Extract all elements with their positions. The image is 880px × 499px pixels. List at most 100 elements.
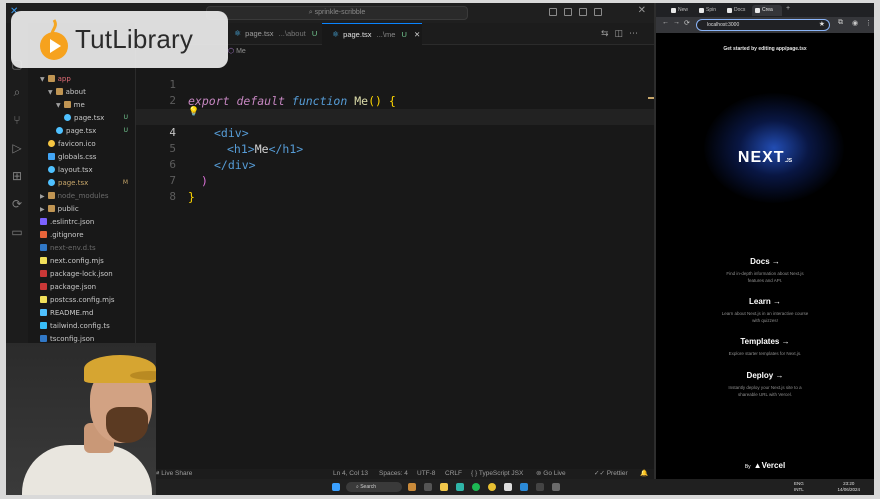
explorer-item[interactable]: ▶ node_modules bbox=[40, 190, 136, 202]
explorer-item[interactable]: next.config.mjs bbox=[40, 255, 136, 267]
explorer-item[interactable]: package.json bbox=[40, 281, 136, 293]
explorer-item[interactable]: page.tsx U bbox=[64, 112, 136, 124]
card-docs[interactable]: Docs → Find in-depth information about N… bbox=[656, 257, 874, 284]
tailwind-icon bbox=[40, 322, 47, 329]
comments-icon[interactable]: ▭ bbox=[10, 225, 24, 239]
widgets-icon[interactable] bbox=[408, 483, 416, 491]
close-window-icon[interactable]: ✕ bbox=[638, 5, 646, 16]
layout-icon[interactable] bbox=[594, 8, 602, 16]
get-started-text: Get started by editing app/page.tsx bbox=[723, 46, 807, 52]
live-share-button[interactable]: ⇄ Live Share bbox=[154, 469, 192, 479]
react-icon: ⚛ bbox=[332, 30, 340, 39]
menu-icon[interactable]: ⋮ bbox=[865, 19, 872, 27]
by-vercel-link[interactable]: By ▲Vercel bbox=[656, 461, 874, 470]
explorer-item[interactable]: ▼ me bbox=[56, 99, 136, 111]
prettier-status[interactable]: ✓✓ Prettier bbox=[594, 469, 628, 479]
run-debug-icon[interactable]: ▷ bbox=[10, 141, 24, 155]
extensions-icon[interactable]: ⊞ bbox=[10, 169, 24, 183]
back-icon[interactable]: ← bbox=[662, 19, 669, 26]
terminal-icon[interactable] bbox=[536, 483, 544, 491]
profile-icon[interactable]: ◉ bbox=[852, 19, 858, 27]
remote-icon[interactable]: ⟳ bbox=[10, 197, 24, 211]
task-view-icon[interactable] bbox=[424, 483, 432, 491]
explorer-item[interactable]: ▶ public bbox=[40, 203, 136, 215]
code-line-current: 4 <h1>Me</h1> bbox=[136, 109, 654, 156]
explorer-item[interactable]: favicon.ico bbox=[48, 138, 136, 150]
address-bar[interactable]: localhost:3000 ★ bbox=[696, 19, 830, 31]
code-editor[interactable]: 1 export default function Me() { 2 retur… bbox=[136, 59, 654, 469]
toggle-secondary-sidebar-icon[interactable] bbox=[579, 8, 587, 16]
prettier-label: Prettier bbox=[606, 470, 628, 477]
card-learn[interactable]: Learn → Learn about Next.js in an intera… bbox=[656, 297, 874, 324]
explorer-item[interactable]: page.tsx M bbox=[48, 177, 136, 189]
app-icon[interactable] bbox=[552, 483, 560, 491]
vscode-icon[interactable] bbox=[520, 483, 528, 491]
language-indicator[interactable]: ENG INTL bbox=[794, 481, 804, 493]
explorer-item[interactable]: postcss.config.mjs bbox=[40, 294, 136, 306]
new-tab-icon[interactable]: + bbox=[786, 5, 790, 12]
bookmark-star-icon[interactable]: ★ bbox=[819, 20, 825, 30]
search-icon[interactable]: ⌕ bbox=[10, 85, 24, 99]
tutlibrary-watermark: TutLibrary bbox=[11, 11, 228, 68]
spotify-icon[interactable] bbox=[472, 483, 480, 491]
explorer-item[interactable]: globals.css bbox=[48, 151, 136, 163]
explorer-item[interactable]: package-lock.json bbox=[40, 268, 136, 280]
browser-tab-active[interactable]: Crea bbox=[752, 5, 782, 16]
taskbar-clock[interactable]: 23:20 14/06/2024 bbox=[837, 481, 860, 493]
more-actions-icon[interactable]: ⋯ bbox=[629, 28, 644, 38]
edge-icon[interactable] bbox=[456, 483, 464, 491]
forward-icon[interactable]: → bbox=[673, 19, 680, 26]
explorer-item[interactable]: README.md bbox=[40, 307, 136, 319]
code-line: 6 ) bbox=[136, 141, 654, 188]
code-line: 5 </div> bbox=[136, 125, 654, 172]
encoding[interactable]: UTF-8 bbox=[417, 469, 435, 479]
breadcrumb-symbol[interactable]: Me bbox=[236, 48, 246, 55]
close-tab-icon[interactable]: ✕ bbox=[414, 30, 420, 39]
explorer-item[interactable]: .eslintrc.json bbox=[40, 216, 136, 228]
code-line: 7 } bbox=[136, 157, 654, 204]
browser-tab[interactable]: New bbox=[668, 5, 694, 16]
editor-actions: ⇆◫⋯ bbox=[601, 28, 644, 39]
explorer-item[interactable]: ▼ about bbox=[48, 86, 136, 98]
webcam-overlay bbox=[6, 343, 156, 495]
card-description: Find in-depth information about Next.js … bbox=[726, 271, 804, 283]
card-deploy[interactable]: Deploy → Instantly deploy your Next.js s… bbox=[656, 371, 874, 398]
card-templates[interactable]: Templates → Explore starter templates fo… bbox=[656, 337, 874, 357]
card-title: Docs → bbox=[750, 257, 780, 266]
react-icon bbox=[48, 166, 55, 173]
tab-about-page[interactable]: ⚛ page.tsx ...\about U bbox=[224, 23, 320, 45]
explorer-item[interactable]: page.tsx U bbox=[56, 125, 136, 137]
reload-icon[interactable]: ⟳ bbox=[684, 19, 690, 27]
line-ending[interactable]: CRLF bbox=[445, 469, 462, 479]
language-mode[interactable]: { } TypeScript JSX bbox=[471, 469, 523, 479]
star-icon bbox=[48, 140, 55, 147]
command-search-input[interactable]: ⌕ sprinkle-scribble bbox=[206, 6, 468, 20]
tab-me-page[interactable]: ⚛ page.tsx ...\me U ✕ bbox=[322, 23, 422, 45]
taskbar-search[interactable]: ⌕ Search bbox=[346, 482, 402, 492]
explorer-item[interactable]: ▼ app bbox=[40, 73, 136, 85]
file-explorer-icon[interactable] bbox=[440, 483, 448, 491]
notion-icon[interactable] bbox=[504, 483, 512, 491]
notifications-icon[interactable]: 🔔 bbox=[640, 469, 648, 479]
extensions-icon[interactable]: ⧉ bbox=[838, 19, 843, 27]
go-live-button[interactable]: ⊚ Go Live bbox=[536, 469, 566, 479]
chrome-icon[interactable] bbox=[488, 483, 496, 491]
split-editor-icon[interactable]: ◫ bbox=[614, 28, 629, 38]
explorer-item[interactable]: .gitignore bbox=[40, 229, 136, 241]
source-control-icon[interactable]: ⑂ bbox=[10, 113, 24, 127]
explorer-item-label: postcss.config.mjs bbox=[50, 296, 115, 304]
lightbulb-icon[interactable]: 💡 bbox=[188, 107, 199, 117]
explorer-item[interactable]: next-env.d.ts bbox=[40, 242, 136, 254]
browser-tab[interactable]: Spin bbox=[696, 5, 722, 16]
tab-label: page.tsx bbox=[343, 30, 372, 39]
explorer-item[interactable]: tailwind.config.ts bbox=[40, 320, 136, 332]
toggle-panel-icon[interactable] bbox=[564, 8, 572, 16]
explorer-item[interactable]: layout.tsx bbox=[48, 164, 136, 176]
code-line: 3 <div> bbox=[136, 93, 654, 140]
toggle-sidebar-icon[interactable] bbox=[549, 8, 557, 16]
compare-changes-icon[interactable]: ⇆ bbox=[601, 28, 615, 38]
windows-start-icon[interactable] bbox=[332, 483, 340, 491]
indentation[interactable]: Spaces: 4 bbox=[379, 469, 408, 479]
cursor-position[interactable]: Ln 4, Col 13 bbox=[333, 469, 368, 479]
browser-tab[interactable]: Docs bbox=[724, 5, 750, 16]
